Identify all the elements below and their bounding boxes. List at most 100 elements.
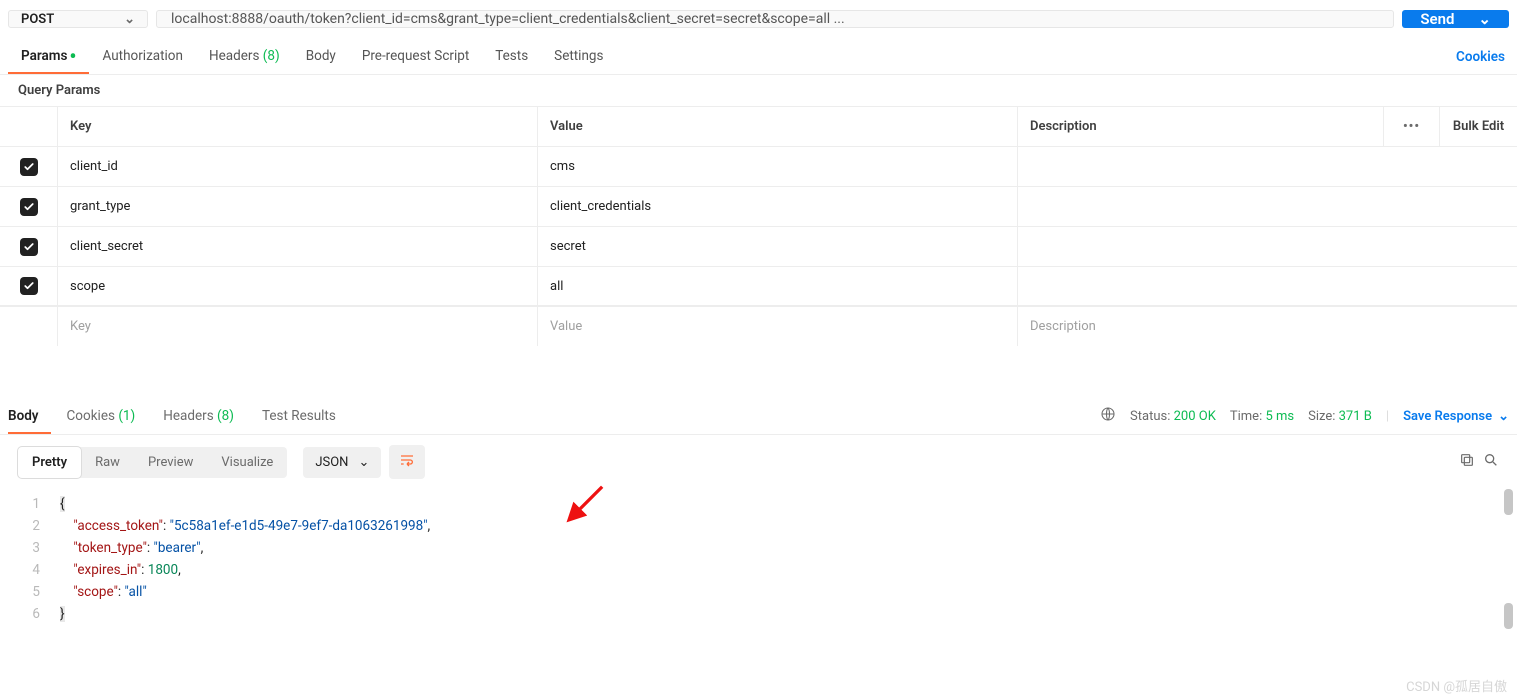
params-table-header: Key Value Description ••• Bulk Edit (0, 106, 1517, 146)
search-icon[interactable] (1483, 452, 1499, 472)
body-toolbar: Pretty Raw Preview Visualize JSON ⌄ (0, 435, 1517, 489)
line-number: 2 (0, 515, 60, 537)
value-cell[interactable]: secret (538, 227, 1018, 266)
key-cell[interactable]: grant_type (58, 187, 538, 226)
save-response-label: Save Response (1403, 409, 1492, 424)
checkbox-column-header (0, 107, 58, 146)
description-cell[interactable] (1018, 267, 1517, 305)
description-column-header: Description (1018, 107, 1384, 146)
tab-body[interactable]: Body (293, 38, 349, 74)
checkbox-cell[interactable] (0, 227, 58, 266)
checkbox-checked-icon[interactable] (20, 198, 38, 216)
bulk-edit-button[interactable]: Bulk Edit (1440, 107, 1517, 146)
view-mode-group: Pretty Raw Preview Visualize (18, 447, 287, 478)
resp-tab-headers[interactable]: Headers (8) (163, 398, 246, 434)
view-preview-button[interactable]: Preview (134, 447, 207, 478)
language-select[interactable]: JSON ⌄ (303, 447, 381, 478)
tab-authorization[interactable]: Authorization (89, 38, 195, 74)
description-cell[interactable] (1018, 227, 1517, 266)
checkbox-checked-icon[interactable] (20, 158, 38, 176)
cookies-link[interactable]: Cookies (1443, 39, 1509, 73)
method-select[interactable]: POST ⌄ (8, 10, 148, 28)
send-button[interactable]: Send ⌄ (1402, 10, 1509, 28)
tab-tests[interactable]: Tests (482, 38, 541, 74)
code-content: { (60, 493, 65, 515)
wrap-lines-button[interactable] (389, 445, 425, 479)
description-cell[interactable] (1018, 147, 1517, 186)
chevron-down-icon: ⌄ (1498, 409, 1509, 424)
key-cell[interactable]: scope (58, 267, 538, 305)
chevron-down-icon: ⌄ (358, 455, 369, 470)
tab-settings[interactable]: Settings (541, 38, 616, 74)
copy-icon[interactable] (1459, 452, 1475, 472)
tab-headers[interactable]: Headers (8) (196, 38, 293, 74)
description-input[interactable]: Description (1018, 307, 1517, 346)
line-number: 3 (0, 537, 60, 559)
response-body[interactable]: 1{2 "access_token": "5c58a1ef-e1d5-49e7-… (0, 489, 1517, 629)
params-row[interactable]: grant_typeclient_credentials (0, 186, 1517, 226)
scrollbar-thumb[interactable] (1504, 603, 1513, 629)
response-tabs: Body Cookies (1) Headers (8) Test Result… (0, 398, 1517, 435)
time-field: Time: 5 ms (1230, 409, 1294, 424)
status-value: 200 OK (1174, 409, 1216, 424)
status-label: Status: (1130, 409, 1170, 424)
tab-headers-label: Headers (209, 48, 259, 64)
params-row[interactable]: client_secretsecret (0, 226, 1517, 266)
resp-tab-test-results[interactable]: Test Results (262, 398, 348, 434)
checkbox-checked-icon[interactable] (20, 277, 38, 295)
chevron-down-icon: ⌄ (124, 12, 135, 27)
value-cell[interactable]: cms (538, 147, 1018, 186)
chevron-down-icon[interactable]: ⌄ (1478, 10, 1491, 28)
view-raw-button[interactable]: Raw (81, 447, 134, 478)
checkbox-cell[interactable] (0, 187, 58, 226)
url-value: localhost:8888/oauth/token?client_id=cms… (171, 11, 845, 27)
view-visualize-button[interactable]: Visualize (207, 447, 287, 478)
tab-params[interactable]: Params• (8, 38, 89, 74)
save-response-button[interactable]: Save Response ⌄ (1403, 409, 1509, 424)
size-value: 371 B (1339, 409, 1372, 424)
time-label: Time: (1230, 409, 1262, 424)
key-column-header: Key (58, 107, 538, 146)
tab-params-label: Params (21, 48, 67, 64)
value-cell[interactable]: all (538, 267, 1018, 305)
key-cell[interactable]: client_id (58, 147, 538, 186)
checkbox-checked-icon[interactable] (20, 238, 38, 256)
code-line: 5 "scope": "all" (0, 581, 1517, 603)
value-column-header: Value (538, 107, 1018, 146)
code-content: "expires_in": 1800, (60, 559, 181, 581)
value-cell[interactable]: client_credentials (538, 187, 1018, 226)
more-options-icon[interactable]: ••• (1384, 107, 1440, 146)
resp-headers-count: (8) (217, 408, 234, 424)
cookies-count: (1) (118, 408, 135, 424)
query-params-title: Query Params (0, 75, 1517, 106)
modified-dot-icon: • (69, 44, 76, 68)
code-line: 6} (0, 603, 1517, 625)
size-label: Size: (1308, 409, 1335, 424)
code-content: "token_type": "bearer", (60, 537, 203, 559)
line-number: 6 (0, 603, 60, 625)
params-row[interactable]: client_idcms (0, 146, 1517, 186)
checkbox-cell[interactable] (0, 267, 58, 305)
key-input[interactable]: Key (58, 307, 538, 346)
params-new-row[interactable]: Key Value Description (0, 306, 1517, 346)
description-cell[interactable] (1018, 187, 1517, 226)
code-content: "scope": "all" (60, 581, 147, 603)
code-line: 4 "expires_in": 1800, (0, 559, 1517, 581)
resp-tab-cookies[interactable]: Cookies (1) (67, 398, 148, 434)
value-input[interactable]: Value (538, 307, 1018, 346)
watermark: CSDN @孤居自傲 (1406, 676, 1507, 695)
scrollbar-thumb[interactable] (1504, 489, 1513, 515)
key-cell[interactable]: client_secret (58, 227, 538, 266)
code-content: "access_token": "5c58a1ef-e1d5-49e7-9ef7… (60, 515, 430, 537)
time-value: 5 ms (1265, 409, 1294, 424)
resp-tab-body[interactable]: Body (8, 398, 51, 434)
url-input[interactable]: localhost:8888/oauth/token?client_id=cms… (156, 10, 1394, 28)
params-row[interactable]: scopeall (0, 266, 1517, 306)
globe-icon[interactable] (1100, 406, 1116, 426)
checkbox-cell[interactable] (0, 147, 58, 186)
line-number: 1 (0, 493, 60, 515)
size-field: Size: 371 B (1308, 409, 1372, 424)
tab-prerequest[interactable]: Pre-request Script (349, 38, 482, 74)
view-pretty-button[interactable]: Pretty (18, 447, 81, 478)
language-value: JSON (315, 455, 348, 470)
